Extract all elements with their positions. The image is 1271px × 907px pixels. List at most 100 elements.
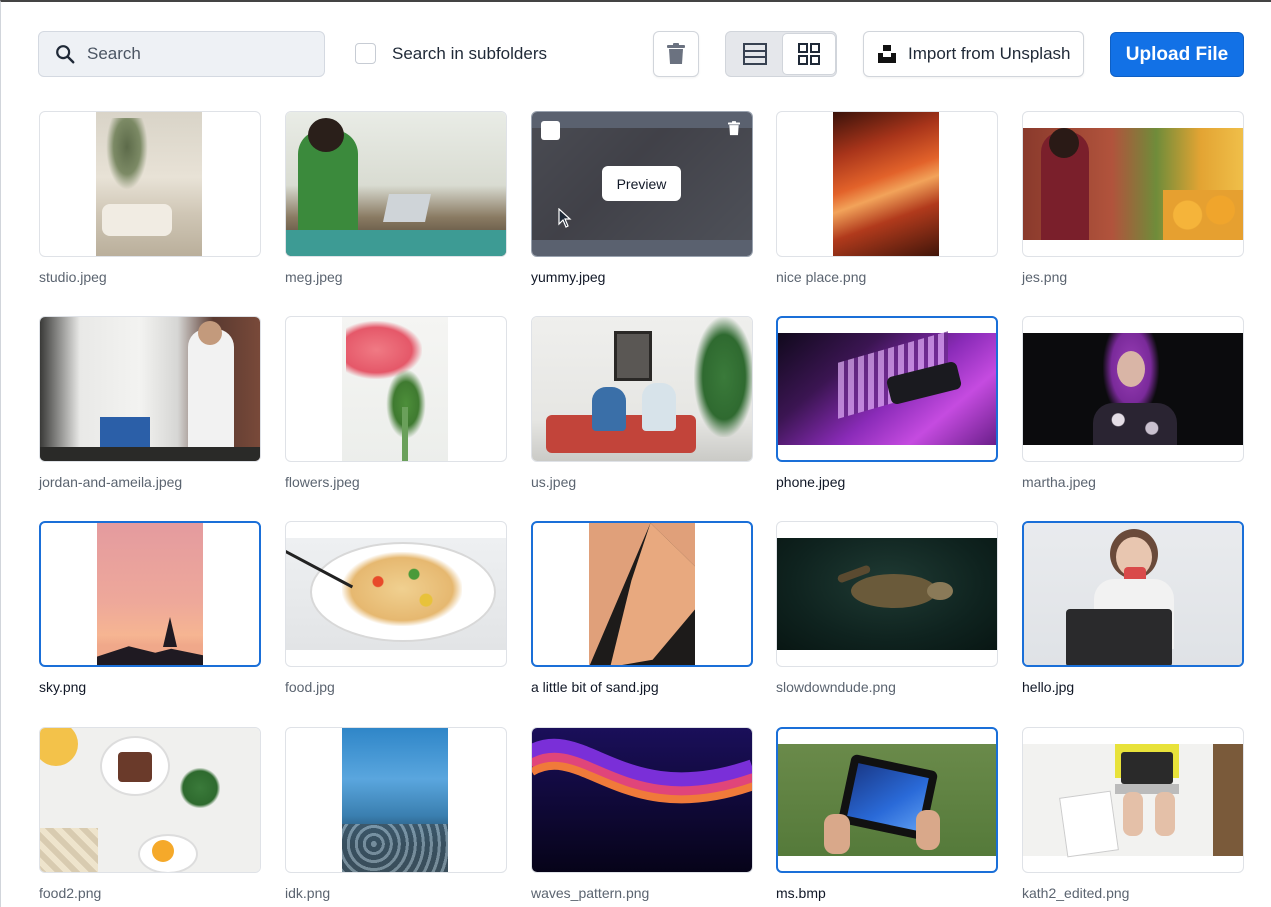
file-name: ms.bmp bbox=[776, 885, 826, 901]
file-tile[interactable]: us.jpeg bbox=[531, 316, 753, 490]
file-name: idk.png bbox=[285, 885, 331, 901]
search-icon bbox=[56, 45, 75, 64]
file-tile[interactable]: meg.jpeg bbox=[285, 111, 507, 285]
file-thumbnail[interactable] bbox=[285, 521, 507, 667]
grid-view-button[interactable] bbox=[782, 33, 836, 75]
slowdowndude-image bbox=[777, 538, 997, 650]
file-tile[interactable]: a little bit of sand.jpg bbox=[531, 521, 753, 695]
file-tile[interactable]: food.jpg bbox=[285, 521, 507, 695]
file-tile[interactable]: food2.png bbox=[39, 727, 261, 901]
file-thumbnail[interactable] bbox=[285, 727, 507, 873]
file-name: jes.png bbox=[1022, 269, 1068, 285]
file-thumbnail[interactable] bbox=[776, 316, 998, 462]
file-thumbnail[interactable] bbox=[1022, 111, 1244, 257]
file-tile[interactable]: waves_pattern.png bbox=[531, 727, 753, 901]
file-name: food.jpg bbox=[285, 679, 335, 695]
file-thumbnail[interactable] bbox=[39, 111, 261, 257]
file-tile[interactable]: slowdowndude.png bbox=[776, 521, 998, 695]
unsplash-icon bbox=[878, 45, 896, 63]
file-thumbnail[interactable]: Preview bbox=[531, 111, 753, 257]
file-tile[interactable]: phone.jpeg bbox=[776, 316, 998, 490]
upload-file-button[interactable]: Upload File bbox=[1110, 32, 1244, 77]
flowers-image bbox=[342, 317, 448, 461]
studio-image bbox=[96, 112, 202, 256]
list-view-icon bbox=[742, 43, 767, 65]
file-name: studio.jpeg bbox=[39, 269, 107, 285]
file-name: a little bit of sand.jpg bbox=[531, 679, 659, 695]
tile-delete-icon[interactable] bbox=[728, 121, 740, 141]
file-name: waves_pattern.png bbox=[531, 885, 650, 901]
file-thumbnail[interactable] bbox=[776, 521, 998, 667]
search-box[interactable] bbox=[38, 31, 325, 77]
subfolders-checkbox[interactable] bbox=[355, 43, 376, 64]
file-name: us.jpeg bbox=[531, 474, 577, 490]
file-name: martha.jpeg bbox=[1022, 474, 1096, 490]
phone-image bbox=[778, 331, 996, 445]
food-image bbox=[286, 538, 506, 650]
file-tile[interactable]: hello.jpg bbox=[1022, 521, 1244, 695]
search-in-subfolders-toggle[interactable]: Search in subfolders bbox=[355, 43, 547, 64]
file-tile[interactable]: sky.png bbox=[39, 521, 261, 695]
file-tile[interactable]: flowers.jpeg bbox=[285, 316, 507, 490]
delete-button[interactable] bbox=[653, 31, 699, 77]
file-thumbnail[interactable] bbox=[531, 316, 753, 462]
grid-view-icon bbox=[798, 43, 820, 65]
toolbar: Search in subfolders Import from Unsplas… bbox=[1, 2, 1271, 102]
idk-image bbox=[342, 728, 448, 872]
file-thumbnail[interactable] bbox=[776, 727, 998, 873]
file-thumbnail[interactable] bbox=[39, 727, 261, 873]
ms-image bbox=[778, 744, 996, 856]
preview-button[interactable]: Preview bbox=[602, 166, 681, 201]
file-tile[interactable]: nice place.png bbox=[776, 111, 998, 285]
martha-image bbox=[1023, 333, 1243, 445]
file-thumbnail[interactable] bbox=[1022, 521, 1244, 667]
select-checkbox[interactable] bbox=[541, 121, 560, 140]
sky-image bbox=[97, 523, 203, 665]
file-thumbnail[interactable] bbox=[776, 111, 998, 257]
food2-image bbox=[40, 728, 260, 872]
file-name: kath2_edited.png bbox=[1022, 885, 1130, 901]
import-from-unsplash-button[interactable]: Import from Unsplash bbox=[863, 31, 1084, 77]
file-tile[interactable]: Preview yummy.jpeg bbox=[531, 111, 753, 285]
file-name: food2.png bbox=[39, 885, 102, 901]
file-tile[interactable]: jordan-and-ameila.jpeg bbox=[39, 316, 261, 490]
file-name: sky.png bbox=[39, 679, 87, 695]
file-name: slowdowndude.png bbox=[776, 679, 896, 695]
file-tile[interactable]: studio.jpeg bbox=[39, 111, 261, 285]
file-name: phone.jpeg bbox=[776, 474, 846, 490]
file-name: jordan-and-ameila.jpeg bbox=[39, 474, 183, 490]
nice-place-image bbox=[833, 112, 939, 256]
file-name: yummy.jpeg bbox=[531, 269, 606, 285]
view-toggle-group bbox=[725, 31, 837, 77]
file-thumbnail[interactable] bbox=[39, 521, 261, 667]
file-tile[interactable]: idk.png bbox=[285, 727, 507, 901]
file-thumbnail[interactable] bbox=[39, 316, 261, 462]
file-name: flowers.jpeg bbox=[285, 474, 360, 490]
file-thumbnail[interactable] bbox=[1022, 316, 1244, 462]
file-name: nice place.png bbox=[776, 269, 867, 285]
file-thumbnail[interactable] bbox=[285, 111, 507, 257]
import-from-unsplash-label: Import from Unsplash bbox=[908, 44, 1071, 63]
sand-image bbox=[589, 523, 695, 665]
file-tile[interactable]: jes.png bbox=[1022, 111, 1244, 285]
file-name: hello.jpg bbox=[1022, 679, 1075, 695]
file-thumbnail[interactable] bbox=[531, 521, 753, 667]
us-image bbox=[532, 317, 752, 461]
file-thumbnail[interactable] bbox=[285, 316, 507, 462]
file-tile[interactable]: kath2_edited.png bbox=[1022, 727, 1244, 901]
file-tile[interactable]: ms.bmp bbox=[776, 727, 998, 901]
kath2-edited-image bbox=[1023, 744, 1243, 858]
search-input[interactable] bbox=[87, 44, 307, 64]
file-thumbnail[interactable] bbox=[531, 727, 753, 873]
file-thumbnail[interactable] bbox=[1022, 727, 1244, 873]
cursor-icon bbox=[558, 208, 572, 228]
jes-image bbox=[1023, 128, 1243, 240]
file-tile[interactable]: martha.jpeg bbox=[1022, 316, 1244, 490]
file-name: meg.jpeg bbox=[285, 269, 343, 285]
jordan-and-ameila-image bbox=[40, 317, 260, 461]
waves-pattern-image bbox=[532, 728, 752, 872]
trash-icon bbox=[667, 43, 685, 64]
list-view-button[interactable] bbox=[727, 33, 782, 75]
meg-image bbox=[286, 112, 506, 256]
subfolders-label: Search in subfolders bbox=[392, 43, 547, 63]
